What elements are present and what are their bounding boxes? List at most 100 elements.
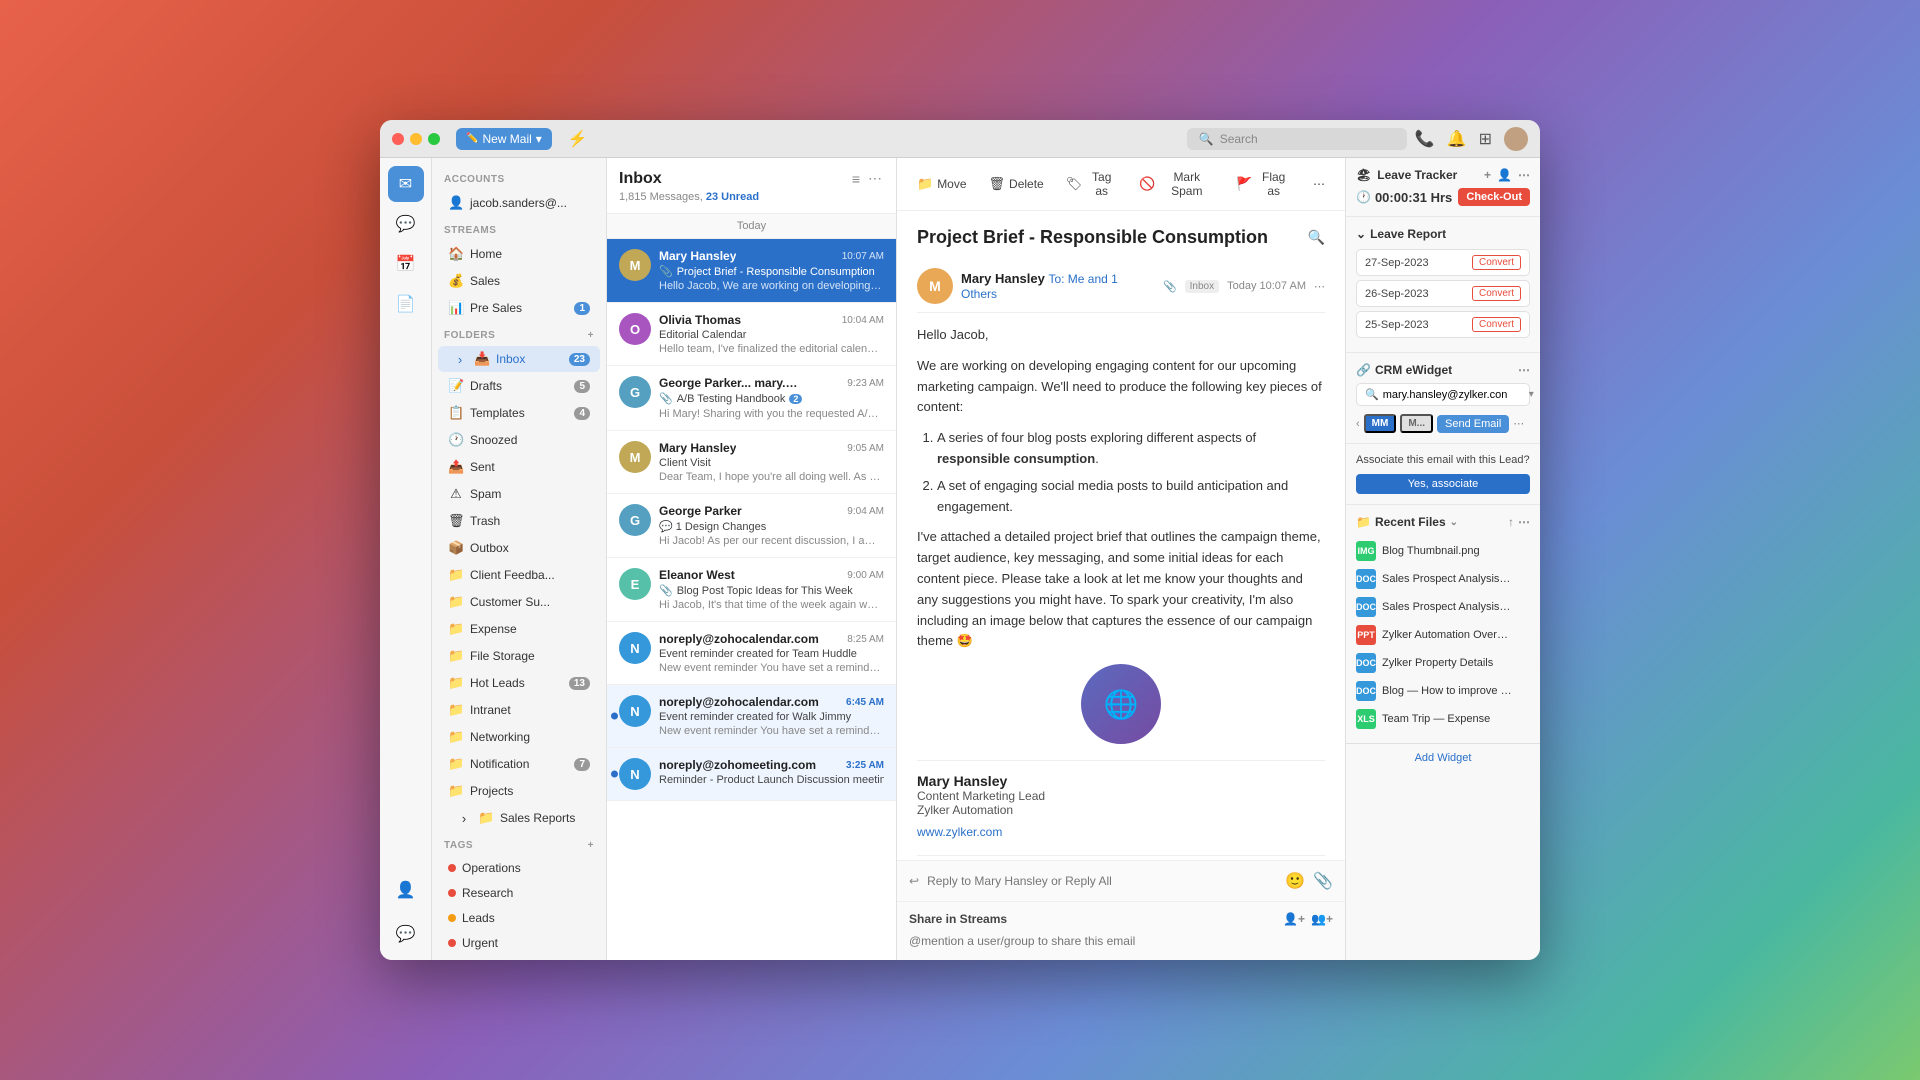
minimize-button[interactable] xyxy=(410,133,422,145)
zoom-icon[interactable]: 🔍 xyxy=(1308,229,1325,246)
emoji-picker-icon[interactable]: 🙂 xyxy=(1285,871,1305,891)
recent-file-item[interactable]: PPT Zylker Automation Overview xyxy=(1356,621,1530,649)
leave-tracker-add[interactable]: + xyxy=(1484,168,1491,182)
share-input[interactable] xyxy=(909,934,1333,948)
sidebar-item-drafts[interactable]: 📝 Drafts 5 xyxy=(438,373,600,399)
sidebar-item-networking[interactable]: 📁 Networking xyxy=(438,724,600,750)
chevron-down-icon[interactable]: ⌄ xyxy=(1450,517,1458,528)
recent-file-item[interactable]: DOC Zylker Property Details xyxy=(1356,649,1530,677)
sidebar-item-customer[interactable]: 📁 Customer Su... xyxy=(438,589,600,615)
email-item[interactable]: M Mary Hansley 10:07 AM 📎 Project Brief … xyxy=(607,239,896,303)
email-item[interactable]: N noreply@zohomeeting.com 3:25 AM Remind… xyxy=(607,748,896,801)
email-item[interactable]: N noreply@zohocalendar.com 6:45 AM Event… xyxy=(607,685,896,748)
new-mail-button[interactable]: ✏️ New Mail ▾ xyxy=(456,128,552,150)
attach-icon[interactable]: 📎 xyxy=(1313,871,1333,891)
reply-input[interactable] xyxy=(927,874,1277,888)
delete-button[interactable]: 🗑 Delete xyxy=(981,172,1052,196)
sidebar-item-sales-reports[interactable]: › 📁 Sales Reports xyxy=(438,805,600,831)
nav-bottom-icon[interactable]: 💬 xyxy=(388,916,424,952)
sidebar-item-sales[interactable]: 💰 Sales xyxy=(438,268,600,294)
sidebar-item-hot-leads[interactable]: 📁 Hot Leads 13 xyxy=(438,670,600,696)
add-widget-button[interactable]: Add Widget xyxy=(1346,743,1540,772)
sidebar-item-notification[interactable]: 📁 Notification 7 xyxy=(438,751,600,777)
email-item[interactable]: O Olivia Thomas 10:04 AM Editorial Calen… xyxy=(607,303,896,366)
search-bar[interactable]: 🔍 Search xyxy=(1187,128,1407,150)
sidebar-tag-projects[interactable]: Projects xyxy=(438,956,600,960)
sidebar-item-spam[interactable]: ⚠ Spam xyxy=(438,481,600,507)
checkout-button[interactable]: Check-Out xyxy=(1458,188,1530,206)
user-avatar[interactable] xyxy=(1504,127,1528,151)
recent-files-upload[interactable]: ↑ xyxy=(1508,515,1514,529)
lightning-icon[interactable]: ⚡ xyxy=(568,129,588,149)
sidebar-item-file-storage[interactable]: 📁 File Storage xyxy=(438,643,600,669)
convert-button[interactable]: Convert xyxy=(1472,286,1521,301)
phone-icon[interactable]: 📞 xyxy=(1415,129,1435,149)
sidebar-item-expense[interactable]: 📁 Expense xyxy=(438,616,600,642)
sidebar-tag-research[interactable]: Research xyxy=(438,881,600,905)
sidebar-item-home[interactable]: 🏠 Home xyxy=(438,241,600,267)
email-item[interactable]: E Eleanor West 9:00 AM 📎 Blog Post Topic… xyxy=(607,558,896,622)
crm-more-button[interactable]: ⋯ xyxy=(1518,363,1530,377)
move-button[interactable]: 📁 Move xyxy=(909,172,975,196)
crm-search-chevron[interactable]: ▾ xyxy=(1529,389,1534,400)
sidebar-item-pre-sales[interactable]: 📊 Pre Sales 1 xyxy=(438,295,600,321)
email-item[interactable]: G George Parker 9:04 AM 💬 1 Design Chang… xyxy=(607,494,896,558)
email-item[interactable]: N noreply@zohocalendar.com 8:25 AM Event… xyxy=(607,622,896,685)
account-item[interactable]: 👤 jacob.sanders@... xyxy=(438,190,600,216)
more-toolbar-button[interactable]: ⋯ xyxy=(1305,173,1333,195)
sidebar-item-snoozed[interactable]: 🕐 Snoozed xyxy=(438,427,600,453)
bell-icon[interactable]: 🔔 xyxy=(1447,129,1467,149)
crm-tab-mm[interactable]: MM xyxy=(1364,414,1397,433)
crm-tab-m[interactable]: M... xyxy=(1400,414,1433,433)
nav-calendar[interactable]: 📅 xyxy=(388,246,424,282)
sidebar-tag-leads[interactable]: Leads xyxy=(438,906,600,930)
chevron-down-icon[interactable]: ⌄ xyxy=(1356,227,1366,241)
more-options-button[interactable]: ⋯ xyxy=(866,168,884,189)
recent-file-item[interactable]: IMG Blog Thumbnail.png xyxy=(1356,537,1530,565)
sidebar-tag-urgent[interactable]: Urgent xyxy=(438,931,600,955)
flag-as-button[interactable]: 🚩 Flag as xyxy=(1228,166,1299,202)
back-arrow[interactable]: ‹ xyxy=(1356,418,1360,430)
close-button[interactable] xyxy=(392,133,404,145)
sidebar-item-outbox[interactable]: 📦 Outbox xyxy=(438,535,600,561)
sidebar-item-templates[interactable]: 📋 Templates 4 xyxy=(438,400,600,426)
add-group-icon[interactable]: 👥+ xyxy=(1311,912,1333,926)
recent-file-item[interactable]: DOC Blog — How to improve workpl... xyxy=(1356,677,1530,705)
layout-icon[interactable]: ⊞ xyxy=(1479,129,1492,149)
add-tag-button[interactable]: + xyxy=(588,840,594,851)
crm-search-input[interactable] xyxy=(1383,389,1525,401)
send-email-button[interactable]: Send Email xyxy=(1437,415,1509,433)
email-item[interactable]: M Mary Hansley 9:05 AM Client Visit Dear… xyxy=(607,431,896,494)
nav-chat[interactable]: 💬 xyxy=(388,206,424,242)
add-folder-button[interactable]: + xyxy=(588,330,594,341)
convert-button[interactable]: Convert xyxy=(1472,317,1521,332)
leave-tracker-user-icon[interactable]: 👤 xyxy=(1497,168,1512,182)
sidebar-item-trash[interactable]: 🗑 Trash xyxy=(438,508,600,534)
sidebar-item-sent[interactable]: 📤 Sent xyxy=(438,454,600,480)
nav-notes[interactable]: 📄 xyxy=(388,286,424,322)
recent-files-more[interactable]: ⋯ xyxy=(1518,515,1530,529)
sidebar-item-intranet[interactable]: 📁 Intranet xyxy=(438,697,600,723)
convert-button[interactable]: Convert xyxy=(1472,255,1521,270)
add-person-icon[interactable]: 👤+ xyxy=(1283,912,1305,926)
filter-button[interactable]: ≡ xyxy=(850,168,862,189)
recent-file-item[interactable]: XLS Team Trip — Expense xyxy=(1356,705,1530,733)
leave-tracker-more[interactable]: ⋯ xyxy=(1518,168,1530,182)
sidebar-tag-operations[interactable]: Operations xyxy=(438,856,600,880)
maximize-button[interactable] xyxy=(428,133,440,145)
mark-spam-button[interactable]: 🚫 Mark Spam xyxy=(1131,166,1222,202)
email-more-button[interactable]: ⋯ xyxy=(1314,280,1325,293)
nav-contacts[interactable]: 👤 xyxy=(388,872,424,908)
yes-associate-button[interactable]: Yes, associate xyxy=(1356,474,1530,494)
sig-website[interactable]: www.zylker.com xyxy=(917,825,1325,839)
sidebar-item-client-feedback[interactable]: 📁 Client Feedba... xyxy=(438,562,600,588)
outbox-icon: 📦 xyxy=(448,540,464,556)
sidebar-item-projects[interactable]: 📁 Projects xyxy=(438,778,600,804)
email-item[interactable]: G George Parker... mary.hansley@zylke 9:… xyxy=(607,366,896,431)
nav-mail[interactable]: ✉ xyxy=(388,166,424,202)
recent-file-item[interactable]: DOC Sales Prospect Analysis 2.pages xyxy=(1356,565,1530,593)
crm-tabs-more[interactable]: ⋯ xyxy=(1513,417,1524,430)
sidebar-item-inbox[interactable]: › 📥 Inbox 23 xyxy=(438,346,600,372)
recent-file-item[interactable]: DOC Sales Prospect Analysis.pages xyxy=(1356,593,1530,621)
tag-as-button[interactable]: 🏷 Tag as xyxy=(1058,166,1125,202)
